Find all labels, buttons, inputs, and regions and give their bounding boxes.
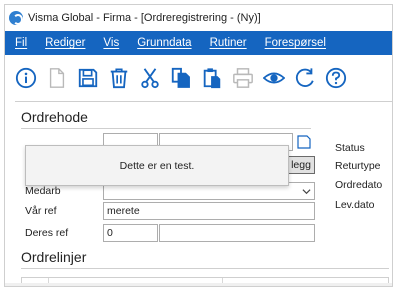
menu-bar: Fil Rediger Vis Grunndata Rutiner Foresp… [5, 31, 392, 55]
popup-message: Dette er en test. [119, 159, 195, 172]
menu-vis[interactable]: Vis [103, 37, 119, 49]
deres-ref-name-input[interactable] [159, 224, 315, 242]
menu-foresporsel[interactable]: Forespørsel [265, 37, 326, 49]
visma-logo-icon [9, 11, 23, 25]
copy-icon[interactable] [170, 65, 192, 91]
ordredato-label: Ordredato [335, 179, 383, 191]
preview-icon[interactable] [263, 65, 285, 91]
status-label: Status [335, 142, 365, 154]
print-icon[interactable] [232, 65, 254, 91]
help-icon[interactable] [325, 65, 347, 91]
horizontal-scrollbar[interactable] [5, 283, 392, 286]
save-icon[interactable] [77, 65, 99, 91]
vaar-ref-input[interactable]: merete [103, 202, 315, 220]
add-button[interactable]: legg [287, 156, 315, 174]
levdato-label: Lev.dato [335, 199, 375, 211]
edit-document-icon[interactable] [297, 135, 311, 149]
message-popup: Dette er en test. [25, 145, 289, 186]
info-icon[interactable] [15, 65, 37, 91]
menu-rutiner[interactable]: Rutiner [210, 37, 247, 49]
ordrehode-title: Ordrehode [21, 109, 88, 125]
menu-fil[interactable]: Fil [15, 37, 27, 49]
returtype-label: Returtype [335, 160, 381, 172]
paste-icon[interactable] [201, 65, 223, 91]
title-bar: Visma Global - Firma - [Ordreregistrerin… [5, 5, 392, 31]
deres-ref-number-input[interactable]: 0 [103, 224, 158, 242]
vaar-ref-label: Vår ref [25, 205, 57, 217]
toolbar [5, 55, 392, 101]
ordrehode-separator [21, 128, 311, 129]
refresh-icon[interactable] [294, 65, 316, 91]
deres-ref-label: Deres ref [25, 227, 69, 239]
ordrelinjer-separator [21, 268, 389, 269]
medarb-label: Medarb [25, 185, 61, 197]
app-window: Visma Global - Firma - [Ordreregistrerin… [4, 4, 393, 287]
new-document-icon[interactable] [46, 65, 68, 91]
ordrelinjer-title: Ordrelinjer [21, 249, 87, 265]
menu-grunndata[interactable]: Grunndata [137, 37, 191, 49]
toolbar-separator [15, 101, 392, 102]
menu-rediger[interactable]: Rediger [45, 37, 85, 49]
delete-icon[interactable] [108, 65, 130, 91]
window-title: Visma Global - Firma - [Ordreregistrerin… [28, 12, 261, 24]
chevron-down-icon[interactable] [299, 184, 313, 198]
cut-icon[interactable] [139, 65, 161, 91]
